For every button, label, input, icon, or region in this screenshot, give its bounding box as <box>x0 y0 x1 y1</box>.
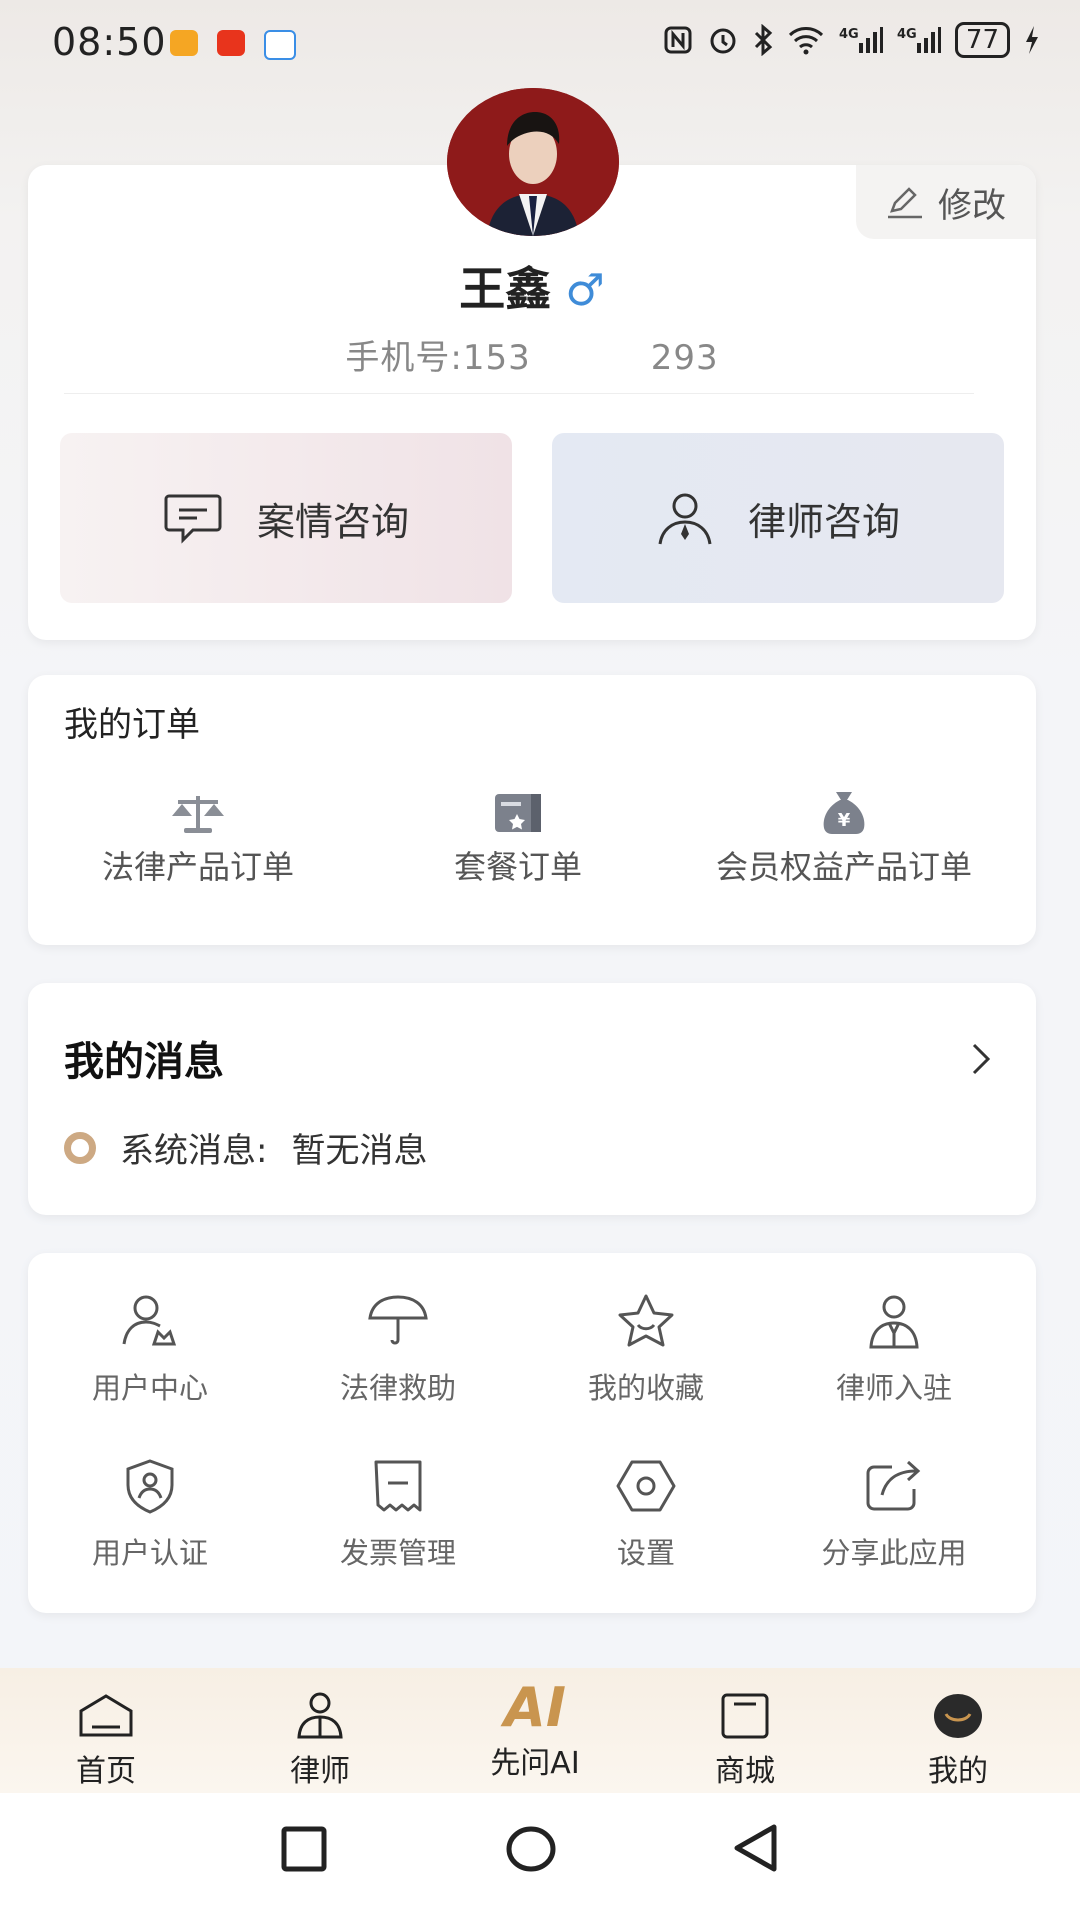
bluetooth-icon <box>754 24 773 56</box>
shop-icon <box>721 1693 769 1739</box>
lawyer-tab-icon <box>297 1692 343 1739</box>
bottom-tab-bar: 首页 律师 AI 先问AI 商城 我的 <box>0 1668 1080 1793</box>
chevron-right-icon[interactable] <box>970 1041 992 1077</box>
share-icon <box>866 1460 921 1511</box>
package-card-icon <box>495 794 541 832</box>
phone-number: 手机号:153 293 <box>28 330 1036 379</box>
wifi-icon <box>788 27 823 55</box>
tool-label: 分享此应用 <box>821 1536 967 1570</box>
phone-suffix: 293 <box>650 338 719 378</box>
notification-app-icon <box>170 30 198 56</box>
case-consult-label: 案情咨询 <box>256 499 409 544</box>
tool-label: 发票管理 <box>339 1536 456 1570</box>
tool-label: 用户中心 <box>91 1371 208 1405</box>
tab-lawyer[interactable]: 律师 <box>250 1690 390 1790</box>
back-icon[interactable] <box>732 1823 778 1873</box>
tools-card: 用户中心 法律救助 我的收藏 律师入驻 用户认证 发票管理 设置 分享此应用 <box>28 1253 1036 1613</box>
tool-user-center[interactable]: 用户中心 <box>25 1293 275 1407</box>
svg-text:4G: 4G <box>839 27 859 42</box>
profile-card: 修改 王鑫 ♂ 手机号:153 293 案情咨询 律师咨询 <box>28 165 1036 640</box>
message-dot-icon <box>64 1131 96 1164</box>
signal-4g-icon: 4G <box>897 27 941 53</box>
edit-icon <box>888 187 922 219</box>
home-nav-icon[interactable] <box>506 1825 556 1873</box>
divider <box>64 393 974 394</box>
shield-user-icon <box>126 1459 174 1514</box>
tab-label: 先问AI <box>490 1746 580 1781</box>
order-member-benefits[interactable]: ¥ 会员权益产品订单 <box>694 790 994 888</box>
tool-favorites[interactable]: 我的收藏 <box>521 1293 771 1407</box>
tab-home[interactable]: 首页 <box>36 1690 176 1790</box>
status-time: 08:50 <box>52 20 167 64</box>
tool-lawyer-join[interactable]: 律师入驻 <box>769 1293 1019 1407</box>
home-icon <box>79 1694 133 1737</box>
orders-title: 我的订单 <box>64 705 200 745</box>
tab-label: 我的 <box>928 1754 988 1789</box>
tool-label: 律师入驻 <box>835 1371 952 1405</box>
alarm-icon <box>710 28 736 54</box>
tool-invoice[interactable]: 发票管理 <box>273 1458 523 1572</box>
order-legal-products[interactable]: 法律产品订单 <box>68 790 328 888</box>
ai-icon: AI <box>504 1676 566 1739</box>
phone-mask <box>530 346 651 373</box>
me-icon <box>934 1694 982 1738</box>
order-label: 套餐订单 <box>453 848 582 886</box>
svg-text:¥: ¥ <box>838 810 851 831</box>
lawyer-icon <box>869 1295 919 1349</box>
signal-4g-icon: 4G <box>839 27 883 53</box>
tool-label: 设置 <box>616 1536 675 1570</box>
tool-label: 法律救助 <box>339 1371 456 1405</box>
star-icon <box>618 1294 674 1347</box>
tab-label: 商城 <box>715 1754 775 1789</box>
avatar[interactable] <box>447 88 619 236</box>
tab-label: 首页 <box>76 1754 136 1789</box>
battery-indicator: 77 <box>954 22 1010 58</box>
settings-icon <box>616 1460 676 1512</box>
status-bar: 08:50 4G 4G 77 <box>0 0 1080 90</box>
system-message-label: 系统消息: <box>120 1131 268 1171</box>
nfc-icon <box>664 26 692 54</box>
case-consult-button[interactable]: 案情咨询 <box>60 433 512 603</box>
order-label: 会员权益产品订单 <box>715 848 972 886</box>
edit-label: 修改 <box>938 185 1006 226</box>
tool-share-app[interactable]: 分享此应用 <box>769 1458 1019 1572</box>
tool-user-verification[interactable]: 用户认证 <box>25 1458 275 1572</box>
money-bag-icon: ¥ <box>823 792 865 834</box>
tab-shop[interactable]: 商城 <box>675 1690 815 1790</box>
charging-icon <box>1026 26 1038 54</box>
svg-text:4G: 4G <box>897 27 917 42</box>
order-label: 法律产品订单 <box>101 848 294 886</box>
user-center-icon <box>122 1295 177 1346</box>
scale-icon <box>172 796 224 833</box>
messages-title: 我的消息 <box>64 1039 224 1085</box>
tool-label: 我的收藏 <box>587 1371 704 1405</box>
tab-label: 律师 <box>290 1754 350 1789</box>
taobao-notification-icon <box>217 30 245 56</box>
messages-card[interactable]: 我的消息 系统消息: 暂无消息 <box>28 983 1036 1215</box>
orders-card: 我的订单 法律产品订单 套餐订单 ¥ 会员权益产品订单 <box>28 675 1036 945</box>
system-message-value: 暂无消息 <box>291 1131 428 1171</box>
lawyer-consult-icon <box>658 493 712 545</box>
tool-legal-aid[interactable]: 法律救助 <box>273 1293 523 1407</box>
user-name-row: 王鑫 ♂ <box>28 253 1036 319</box>
recent-apps-icon[interactable] <box>281 1826 327 1872</box>
system-message-row[interactable]: 系统消息: 暂无消息 <box>64 1123 427 1172</box>
system-navigation-bar <box>0 1793 1080 1920</box>
order-packages[interactable]: 套餐订单 <box>418 790 618 888</box>
user-name: 王鑫 <box>459 262 552 316</box>
chat-bubble-icon <box>164 494 222 544</box>
tool-settings[interactable]: 设置 <box>521 1458 771 1572</box>
chat-notification-icon <box>264 30 296 60</box>
umbrella-icon <box>368 1295 428 1345</box>
tool-label: 用户认证 <box>91 1536 208 1570</box>
male-gender-icon: ♂ <box>565 265 605 316</box>
invoice-icon <box>374 1460 422 1512</box>
avatar-image <box>447 88 619 236</box>
lawyer-consult-button[interactable]: 律师咨询 <box>552 433 1004 603</box>
tab-me[interactable]: 我的 <box>888 1690 1028 1790</box>
tab-ai[interactable]: AI 先问AI <box>465 1676 605 1782</box>
phone-prefix: 手机号:153 <box>345 338 531 378</box>
lawyer-consult-label: 律师咨询 <box>747 499 900 544</box>
edit-profile-button[interactable]: 修改 <box>856 165 1036 239</box>
